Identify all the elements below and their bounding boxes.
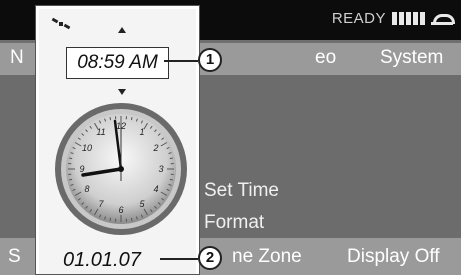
- satellite-icon: [51, 17, 71, 30]
- svg-text:3: 3: [158, 164, 163, 174]
- panel-body: 08:59 AM 12 1 2 3 4 5 6 7 8 9 10 11 01.0…: [39, 9, 196, 274]
- clock-tick: [169, 157, 173, 160]
- menu-item-navi[interactable]: N: [10, 47, 24, 69]
- clock-tick: [69, 157, 73, 160]
- option-set-time[interactable]: Set Time: [204, 180, 279, 202]
- clock-tick: [109, 117, 112, 121]
- status-area: READY: [331, 10, 455, 27]
- svg-text:8: 8: [84, 184, 89, 194]
- signal-strength-icon: [392, 12, 425, 25]
- status-text: READY: [331, 10, 386, 27]
- callout-line-2: [160, 258, 198, 260]
- callout-2: 2: [198, 246, 222, 270]
- option-format[interactable]: Format: [204, 212, 264, 234]
- svg-text:11: 11: [96, 127, 105, 137]
- display-off-button[interactable]: Display Off: [347, 246, 440, 268]
- analog-clock-icon: 12 1 2 3 4 5 6 7 8 9 10 11: [55, 103, 187, 235]
- date-field[interactable]: 01.01.07: [63, 249, 141, 272]
- arrow-down-icon[interactable]: [118, 89, 126, 95]
- svg-text:1: 1: [139, 127, 144, 137]
- callout-1: 1: [198, 48, 222, 72]
- callout-line-1: [164, 60, 198, 62]
- menu-item-video[interactable]: eo: [315, 47, 336, 69]
- svg-text:10: 10: [82, 143, 92, 153]
- phone-icon: [431, 12, 455, 26]
- arrow-up-icon[interactable]: [118, 27, 126, 33]
- svg-text:2: 2: [152, 143, 158, 153]
- screen: READY N eo System Set Time Format S ne Z…: [0, 0, 461, 275]
- clock-tick: [130, 217, 133, 221]
- menu-item-system[interactable]: System: [380, 47, 443, 69]
- svg-text:6: 6: [118, 205, 123, 215]
- clock-tick: [109, 217, 112, 221]
- svg-text:9: 9: [79, 164, 84, 174]
- time-date-panel: 08:59 AM 12 1 2 3 4 5 6 7 8 9 10 11 01.0…: [35, 5, 200, 275]
- svg-text:4: 4: [153, 184, 158, 194]
- clock-tick: [169, 178, 173, 181]
- clock-tick: [69, 178, 73, 181]
- clock-tick: [130, 117, 133, 121]
- option-time-zone[interactable]: ne Zone: [232, 246, 302, 268]
- bottom-item-left[interactable]: S: [8, 246, 21, 268]
- time-field[interactable]: 08:59 AM: [66, 47, 169, 79]
